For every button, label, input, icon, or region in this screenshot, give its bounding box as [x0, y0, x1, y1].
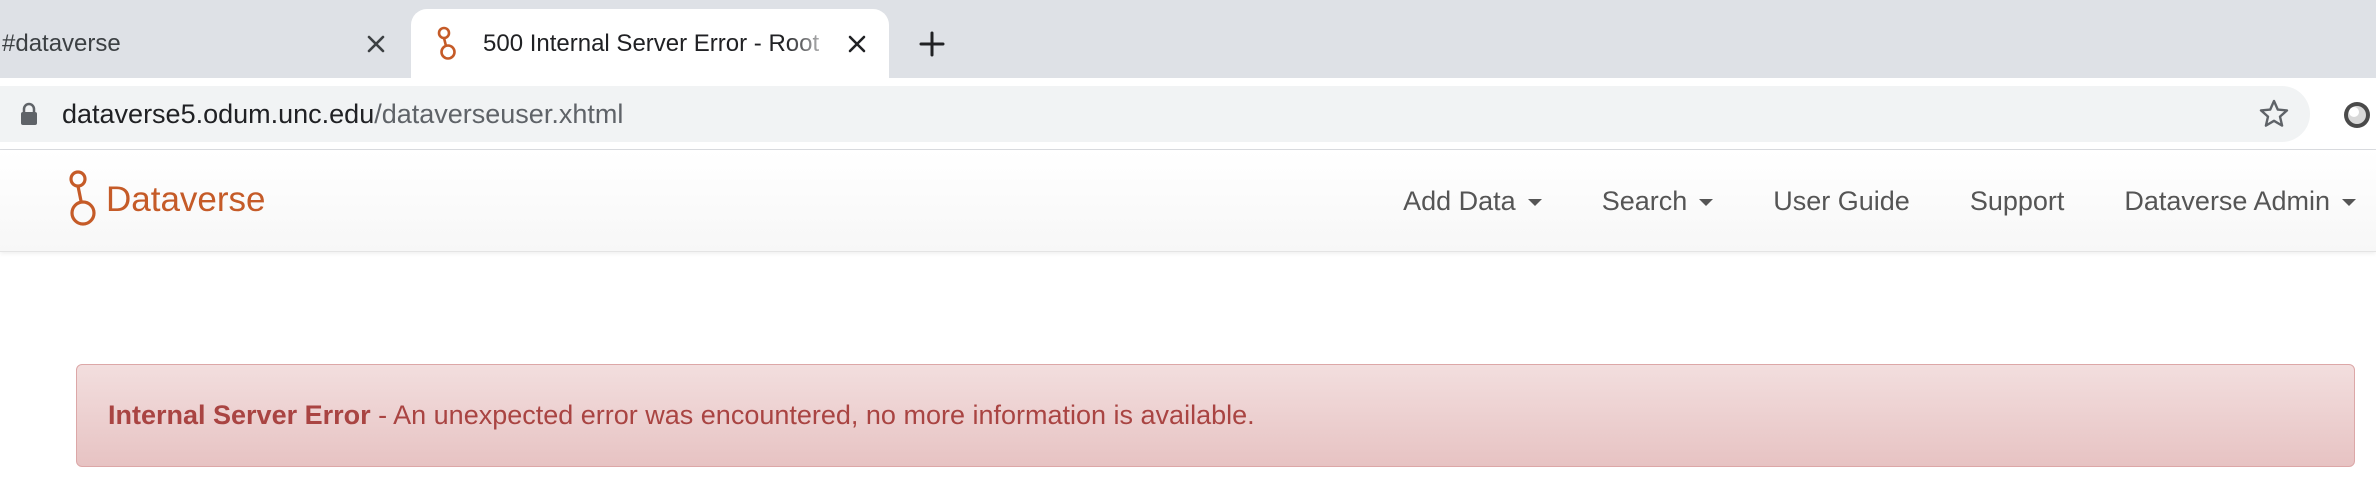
nav-add-data-dropdown[interactable]: Add Data: [1403, 186, 1542, 217]
error-alert: Internal Server Error - An unexpected er…: [76, 364, 2355, 467]
alert-message: - An unexpected error was encountered, n…: [370, 400, 1255, 430]
browser-tab[interactable]: #dataverse: [0, 9, 408, 78]
nav-menu: Add Data Search User Guide Support Datav…: [1343, 150, 2356, 252]
nav-user-label: Dataverse Admin: [2124, 185, 2330, 216]
browser-tab-active[interactable]: 500 Internal Server Error - Root: [411, 9, 889, 78]
nav-support-label: Support: [1969, 185, 2065, 216]
alert-text: Internal Server Error - An unexpected er…: [108, 400, 1255, 431]
url-path: /dataverseuser.xhtml: [374, 98, 624, 129]
dataverse-logo-icon: [69, 170, 96, 226]
dataverse-favicon-icon: [435, 26, 459, 62]
address-bar[interactable]: dataverse5.odum.unc.edu/dataverseuser.xh…: [0, 86, 2310, 142]
browser-toolbar: dataverse5.odum.unc.edu/dataverseuser.xh…: [0, 78, 2376, 150]
alert-title: Internal Server Error: [108, 400, 371, 430]
nav-user-guide-label: User Guide: [1773, 185, 1910, 216]
nav-support-link[interactable]: Support: [1970, 186, 2065, 217]
nav-search-dropdown[interactable]: Search: [1602, 186, 1714, 217]
close-icon[interactable]: [358, 26, 394, 62]
extension-icon[interactable]: [2342, 100, 2372, 130]
nav-user-dropdown[interactable]: Dataverse Admin: [2124, 186, 2356, 217]
caret-down-icon: [2342, 199, 2356, 206]
nav-add-data-label: Add Data: [1403, 185, 1516, 216]
plus-icon: [919, 31, 945, 57]
caret-down-icon: [1699, 199, 1714, 206]
new-tab-button[interactable]: [912, 24, 952, 64]
tab-title: #dataverse: [2, 29, 121, 57]
browser-tabstrip: #dataverse 500 Internal Server Error - R…: [0, 0, 2376, 78]
caret-down-icon: [1527, 199, 1542, 206]
site-navbar: Dataverse Add Data Search User Guide Sup…: [0, 150, 2376, 252]
bookmark-star-icon[interactable]: [2258, 98, 2290, 130]
url-text: dataverse5.odum.unc.edu/dataverseuser.xh…: [62, 99, 623, 130]
lock-icon[interactable]: [18, 102, 40, 126]
tab-title: 500 Internal Server Error - Root: [483, 29, 820, 57]
close-icon[interactable]: [839, 26, 875, 62]
url-host: dataverse5.odum.unc.edu: [62, 98, 375, 129]
nav-user-guide-link[interactable]: User Guide: [1773, 186, 1910, 217]
nav-search-label: Search: [1601, 185, 1688, 216]
brand-link[interactable]: Dataverse: [66, 170, 266, 230]
brand-name: Dataverse: [106, 180, 266, 219]
